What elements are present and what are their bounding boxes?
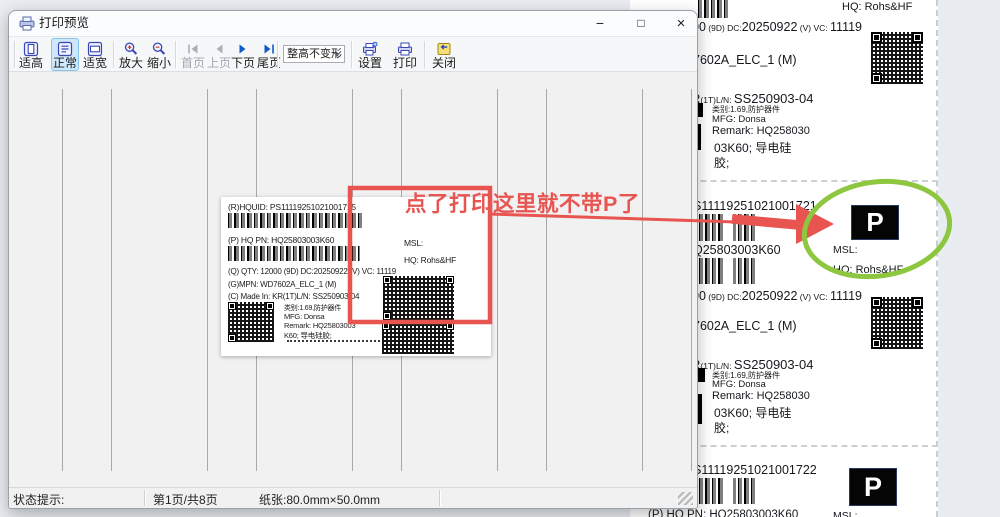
zoom-in-icon <box>123 41 139 57</box>
barcode <box>698 0 728 18</box>
label-mfg: MFG: Donsa <box>712 114 766 125</box>
print-settings-icon <box>362 41 378 57</box>
zoom-in-button[interactable]: 放大 <box>117 38 145 71</box>
close-button[interactable]: × <box>667 13 695 34</box>
page-guide-line <box>111 89 112 471</box>
preview-mfg: MFG: Donsa <box>284 312 325 321</box>
qr-code <box>228 302 274 342</box>
status-label: 状态提示: <box>13 491 64 508</box>
resize-grip[interactable] <box>678 492 693 505</box>
clipped-print-fragment <box>698 368 705 382</box>
status-bar: 状态提示: 第1页/共8页 纸张:80.0mm×50.0mm <box>9 487 697 508</box>
clipped-print-fragment <box>698 103 703 117</box>
page-guide-line <box>642 89 643 471</box>
scale-mode-select[interactable]: 整高不变形 <box>283 45 345 63</box>
label-pn-line: (P) HQ PN: HQ25803003K60 <box>648 509 798 517</box>
zoom-out-button[interactable]: 缩小 <box>145 38 173 71</box>
next-page-button[interactable]: 下页 <box>229 38 257 71</box>
print-button[interactable]: 打印 <box>391 38 419 71</box>
printer-icon <box>19 16 35 31</box>
close-preview-button[interactable]: 关闭 <box>430 38 458 71</box>
label-msl: MSL: <box>833 510 858 517</box>
p-marker: P <box>849 468 897 506</box>
preview-qty-line: (Q) QTY: 12000 (9D) DC:20250922 (V) VC: … <box>228 267 396 276</box>
maximize-button[interactable]: □ <box>627 13 655 34</box>
label-preview: (R)HQUID: PS11119251021001715 (P) HQ PN:… <box>221 197 491 356</box>
label-qty-line: 00 (9D) DC:20250922 (V) VC: 11119 <box>692 18 862 36</box>
normal-view-button[interactable]: 正常 <box>51 38 79 71</box>
label-remark: Remark: HQ258030 <box>712 125 810 137</box>
next-page-icon <box>235 41 251 57</box>
toolbar: 适高 正常 适宽 <box>9 36 697 72</box>
fit-width-button[interactable]: 适宽 <box>81 38 109 71</box>
last-page-icon <box>261 41 277 57</box>
label-uid: S11119251021001721 <box>693 199 817 213</box>
label-mpn: 7602A_ELC_1 (M) <box>693 53 797 67</box>
exit-icon <box>436 41 452 57</box>
label-remark: 胶; <box>714 154 729 171</box>
first-page-button[interactable]: 首页 <box>179 38 207 71</box>
window-title: 打印预览 <box>39 11 89 36</box>
label-uid: S11119251021001722 <box>693 463 817 477</box>
page-guide-line <box>207 89 208 471</box>
print-icon <box>397 41 413 57</box>
first-page-icon <box>185 41 201 57</box>
label-remark: 胶; <box>714 419 729 436</box>
qr-code <box>383 276 454 320</box>
label-qty-line: 00 (9D) DC:20250922 (V) VC: 11119 <box>692 287 862 305</box>
barcode <box>228 246 360 261</box>
preview-msl: MSL: <box>404 238 423 248</box>
zoom-out-icon <box>151 41 167 57</box>
titlebar: 打印预览 − □ × <box>9 11 697 36</box>
page-guide-line <box>691 89 692 471</box>
status-page-info: 第1页/共8页 <box>153 491 218 508</box>
page-guide-line <box>62 89 63 471</box>
label-mfg: MFG: Donsa <box>712 379 766 390</box>
barcode <box>699 478 757 504</box>
clipped-print-fragment <box>698 124 701 150</box>
label-hq-text: HQ: Rohs&HF <box>833 264 903 276</box>
preview-pn-line: (P) HQ PN: HQ25803003K60 <box>228 235 334 245</box>
page-guide-line <box>497 89 498 471</box>
label-pn: Q25803003K60 <box>693 243 781 257</box>
label-mpn: 7602A_ELC_1 (M) <box>693 319 797 333</box>
print-settings-button[interactable]: 设置 <box>356 38 384 71</box>
chevron-down-icon <box>334 53 340 57</box>
p-marker: P <box>851 205 899 240</box>
barcode <box>699 214 757 241</box>
page-guide-line <box>546 89 547 471</box>
preview-uid-line: (R)HQUID: PS11119251021001715 <box>228 202 356 212</box>
prev-page-icon <box>211 41 227 57</box>
label-remark: Remark: HQ258030 <box>712 390 810 402</box>
toolbar-separator <box>175 41 177 68</box>
barcode <box>699 258 757 284</box>
normal-view-icon <box>57 41 73 57</box>
statusbar-divider <box>144 490 146 506</box>
qr-code <box>382 322 454 354</box>
toolbar-separator <box>424 41 426 68</box>
minimize-button[interactable]: − <box>586 13 614 34</box>
clipped-print-fragment <box>698 394 702 424</box>
screen: HQ: Rohs&HF 00 (9D) DC:20250922 (V) VC: … <box>0 0 1000 517</box>
fit-height-button[interactable]: 适高 <box>17 38 45 71</box>
print-preview-window: 打印预览 − □ × 适高 正常 <box>8 10 698 509</box>
preview-madein-line: (C) Made In: KR(1T)L/N: SS250903-04 <box>228 292 359 301</box>
barcode <box>228 213 364 228</box>
fit-width-icon <box>87 41 103 57</box>
preview-area: (R)HQUID: PS11119251021001715 (P) HQ PN:… <box>9 72 697 489</box>
toolbar-separator <box>113 41 115 68</box>
toolbar-separator <box>277 41 279 68</box>
toolbar-separator <box>351 41 353 68</box>
label-hq-text: HQ: Rohs&HF <box>842 1 912 13</box>
preview-hq: HQ: Rohs&HF <box>404 255 456 265</box>
statusbar-divider <box>439 490 441 506</box>
toolbar-separator <box>14 41 16 68</box>
fit-height-icon <box>23 41 39 57</box>
preview-mpn-line: (G)MPN: WD7602A_ELC_1 (M) <box>228 280 336 289</box>
qr-code <box>871 32 923 84</box>
preview-remark: Remark: HQ25803003 <box>284 321 355 330</box>
status-paper-info: 纸张:80.0mm×50.0mm <box>259 491 380 508</box>
qr-code <box>871 297 923 349</box>
label-msl: MSL: <box>833 244 858 256</box>
